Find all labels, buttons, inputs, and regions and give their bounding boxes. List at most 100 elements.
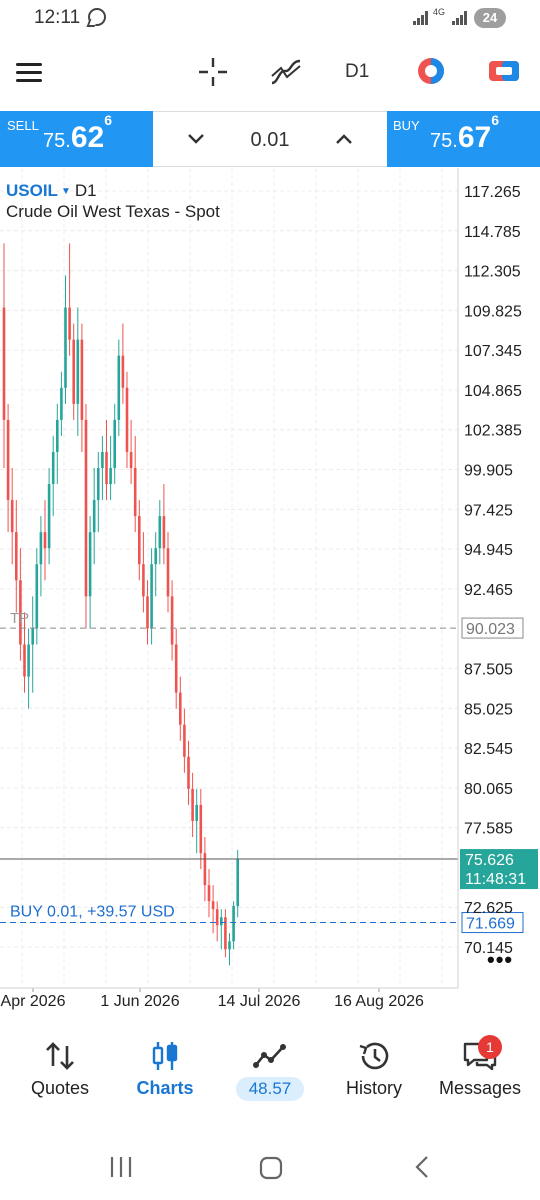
y-tick-label: 109.825	[464, 303, 522, 320]
candle-body	[133, 468, 137, 517]
candle-body	[60, 387, 63, 420]
back-icon[interactable]	[414, 1155, 430, 1179]
menu-icon[interactable]	[16, 63, 42, 83]
candle-body	[158, 516, 162, 549]
candle	[80, 323, 84, 452]
candle	[109, 435, 112, 501]
candle	[2, 243, 6, 469]
quotes-icon	[46, 1042, 74, 1070]
nav-history-label: History	[345, 1078, 402, 1098]
candle-body	[117, 355, 121, 420]
candle	[43, 500, 47, 581]
candle-body	[232, 906, 235, 942]
chart-colors-icon[interactable]	[416, 56, 446, 86]
sell-button[interactable]: SELL 75.626	[0, 111, 153, 167]
candle	[68, 243, 71, 356]
whatsapp-icon	[88, 8, 106, 26]
candle-body	[72, 339, 75, 404]
y-tick-label: 97.425	[464, 502, 513, 519]
chevron-up-icon[interactable]	[335, 133, 353, 145]
candle	[6, 403, 10, 533]
candle-body	[170, 596, 174, 645]
buy-button[interactable]: BUY 75.676	[387, 111, 540, 167]
buy-label: BUY	[393, 118, 420, 133]
candle-body	[92, 500, 96, 533]
x-tick-label: 14 Jul 2026	[218, 993, 301, 1010]
candle-body	[113, 419, 116, 469]
floating-profit[interactable]: 48.57	[236, 1077, 304, 1101]
charts-icon	[152, 1042, 178, 1070]
candle-body	[2, 307, 6, 420]
candle	[39, 516, 43, 597]
nav-messages-label: Messages	[438, 1078, 522, 1098]
candle-body	[39, 532, 43, 565]
candle-body	[228, 941, 231, 950]
position-label: BUY 0.01, +39.57 USD	[10, 904, 175, 921]
chart-timeframe: D1	[74, 181, 97, 200]
candle	[150, 548, 153, 645]
trade-icon[interactable]	[488, 56, 520, 86]
candle	[203, 837, 207, 902]
candle	[207, 869, 211, 918]
candle-body	[146, 596, 149, 629]
candle	[15, 500, 18, 613]
candle	[142, 532, 145, 613]
candle	[228, 933, 231, 966]
nav-quotes[interactable]: Quotes	[6, 1031, 114, 1131]
chart-toolbar: D1	[0, 36, 540, 110]
y-tick-label: 117.265	[464, 184, 521, 201]
nav-charts[interactable]: Charts	[111, 1031, 219, 1131]
candle-body	[56, 419, 59, 452]
candle	[187, 740, 190, 805]
history-icon	[359, 1042, 389, 1070]
crosshair-icon[interactable]	[197, 56, 229, 88]
candle	[88, 516, 92, 629]
candle-body	[31, 628, 34, 645]
nav-history[interactable]: History	[320, 1031, 428, 1131]
y-tick-label: 102.385	[464, 423, 522, 440]
price-chart[interactable]: TP 90.023 BUY 0.01, +39.57 USD 71.669 75.626…	[0, 168, 540, 1030]
symbol-header[interactable]: USOIL ▼ D1	[6, 181, 97, 201]
candle-body	[179, 692, 182, 725]
candle-body	[109, 468, 112, 485]
timeframe-button[interactable]: D1	[345, 61, 369, 83]
home-icon[interactable]	[259, 1156, 283, 1180]
caret-down-icon[interactable]: ▼	[61, 186, 71, 197]
candle	[101, 435, 104, 501]
symbol-name[interactable]: USOIL	[6, 181, 58, 200]
x-tick-label: 16 Aug 2026	[334, 993, 424, 1010]
candle	[35, 548, 39, 645]
candle	[211, 885, 215, 934]
one-click-trading-bar: SELL 75.626 0.01 BUY 75.676	[0, 111, 540, 167]
candle-body	[191, 788, 194, 821]
candle-body	[203, 853, 207, 886]
y-tick-label: 85.025	[464, 701, 513, 718]
candle	[27, 628, 30, 709]
position-price-label: 71.669	[466, 916, 515, 933]
tp-label: TP	[10, 610, 29, 627]
candle-body	[51, 451, 55, 485]
candle-body	[97, 468, 100, 501]
y-tick-label: 72.625	[464, 900, 513, 917]
candlestick-chart[interactable]: TP 90.023 BUY 0.01, +39.57 USD 71.669 75.626…	[0, 168, 540, 1030]
candle-body	[88, 532, 92, 597]
candle-body	[211, 901, 215, 910]
candle-body	[68, 307, 71, 340]
candle	[121, 323, 125, 404]
indicators-icon[interactable]	[269, 56, 303, 88]
candle	[179, 676, 182, 741]
more-options-icon[interactable]: •••	[487, 947, 513, 973]
recent-apps-icon[interactable]	[108, 1156, 134, 1178]
candle	[56, 403, 59, 485]
candle-body	[101, 451, 104, 469]
candle	[170, 580, 174, 661]
candle	[232, 901, 235, 950]
candle-body	[10, 500, 14, 533]
y-tick-label: 92.465	[464, 582, 513, 599]
tp-price-label: 90.023	[466, 621, 515, 638]
nav-charts-label: Charts	[136, 1078, 194, 1098]
y-tick-label: 82.545	[464, 741, 513, 758]
candle	[224, 909, 227, 958]
messages-badge: 1	[478, 1035, 502, 1059]
battery-indicator: 24	[474, 8, 506, 28]
